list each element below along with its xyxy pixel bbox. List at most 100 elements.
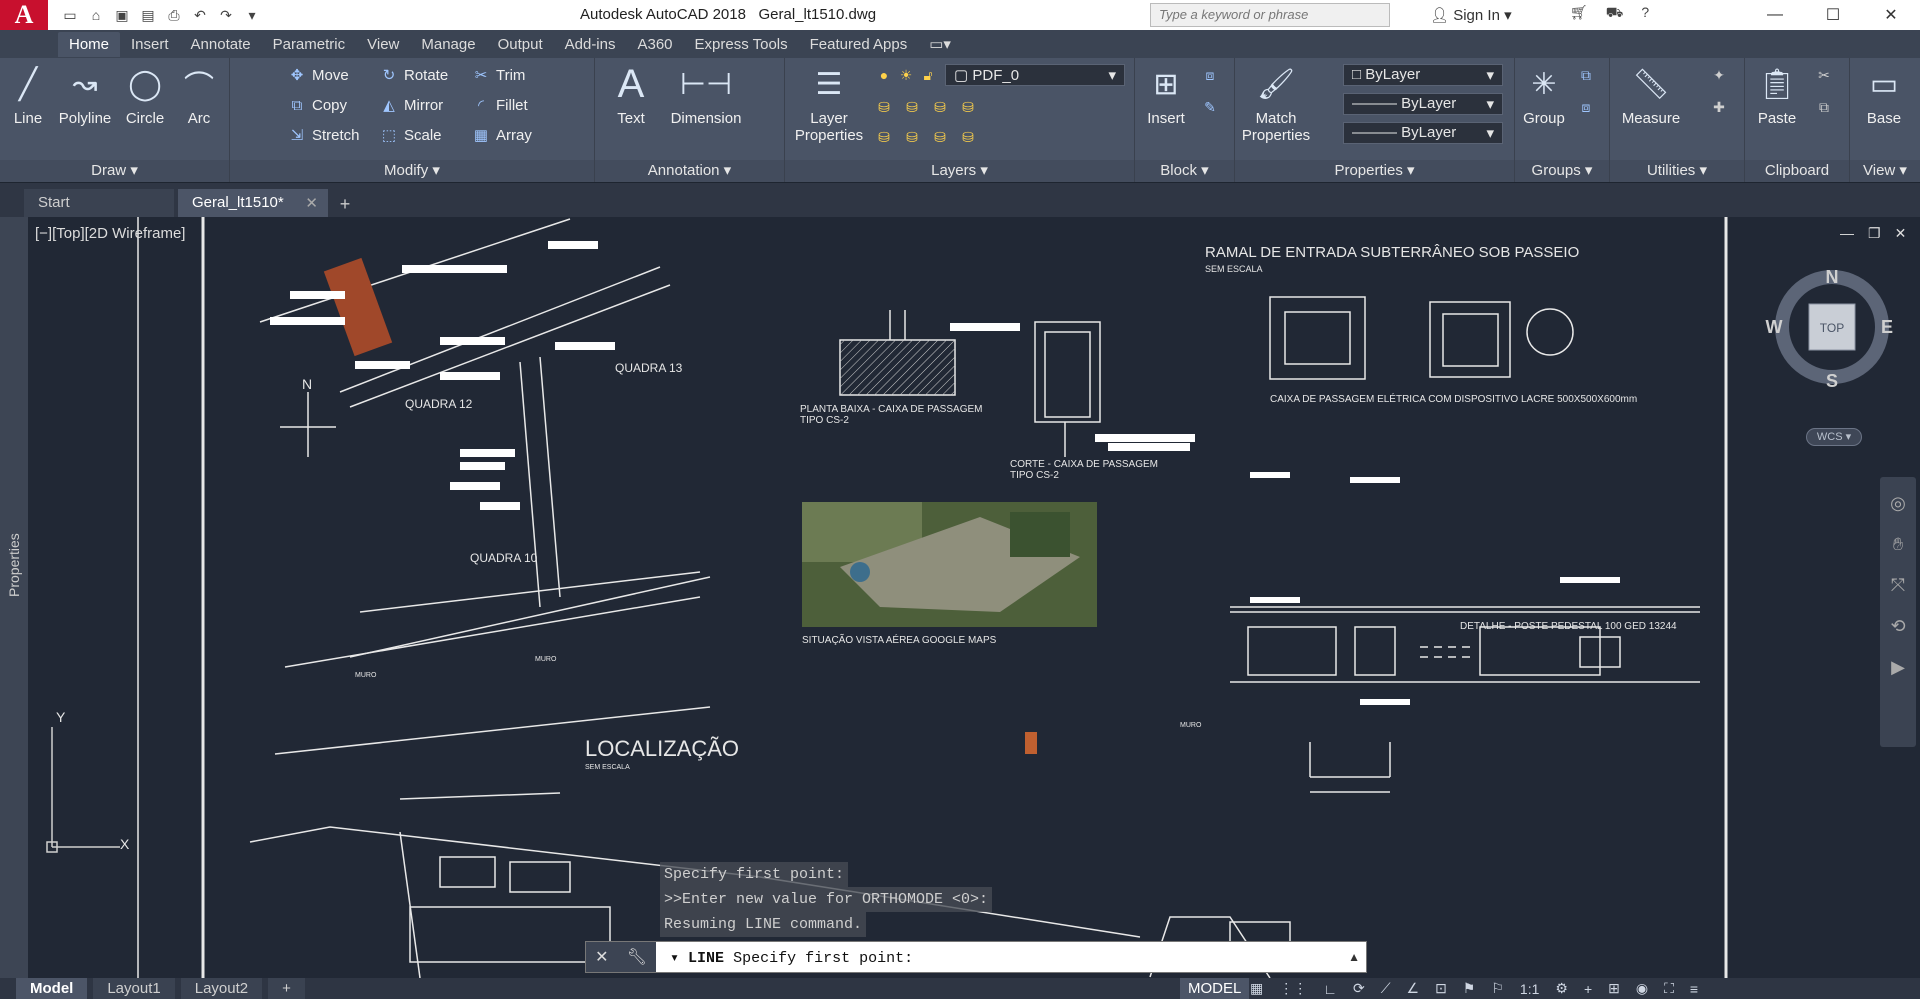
tab-home[interactable]: Home (58, 31, 121, 57)
compass-n[interactable]: N (1826, 267, 1839, 287)
model-space-button[interactable]: MODEL (1180, 978, 1250, 999)
tab-layout2[interactable]: Layout2 (180, 978, 263, 999)
close-command-icon[interactable]: ✕ (595, 947, 608, 967)
tab-insert[interactable]: Insert (120, 32, 180, 57)
layers-panel-title[interactable]: Layers ▾ (785, 160, 1134, 182)
arc-button[interactable]: ⌒ Arc (176, 62, 222, 127)
tab-annotate[interactable]: Annotate (180, 32, 262, 57)
tab-model[interactable]: Model (16, 978, 88, 999)
mirror-button[interactable]: ◭ Mirror (380, 96, 443, 115)
groups-panel-title[interactable]: Groups ▾ (1515, 160, 1609, 182)
viewport-controls-label[interactable]: [−][Top][2D Wireframe] (35, 225, 185, 242)
id-point-icon[interactable]: ✦ (1710, 66, 1728, 84)
scale-button[interactable]: ⬚ Scale (380, 126, 442, 145)
base-button[interactable]: ▭ Base (1856, 62, 1912, 128)
save-as-icon[interactable]: ▤ (138, 6, 158, 24)
layer-dropdown[interactable]: ▢ PDF_0 ▾ (945, 64, 1125, 86)
properties-panel-title[interactable]: Properties ▾ (1235, 160, 1514, 182)
layer-properties-button[interactable]: ☰ Layer Properties (791, 62, 867, 145)
linetype-dropdown[interactable]: ——— ByLayer ▾ (1343, 93, 1503, 115)
help-icon[interactable]: ? (1641, 4, 1649, 23)
trim-button[interactable]: ✂ Trim (472, 66, 526, 85)
qat-customize-icon[interactable]: ▾ (242, 6, 262, 24)
drawing-canvas[interactable]: LOCALIZAÇÃO SEM ESCALA QUADRA 12 QUADRA … (0, 217, 1920, 978)
cut-icon[interactable]: ✂ (1815, 66, 1833, 84)
layer-tool-2-icon[interactable]: ⛁ (903, 98, 921, 116)
insert-button[interactable]: ⊞ Insert (1141, 62, 1191, 128)
color-dropdown[interactable]: □ ByLayer ▾ (1343, 64, 1503, 86)
workspace-gear-icon[interactable]: ⚙ (1555, 980, 1568, 997)
layer-tool-1-icon[interactable]: ⛁ (875, 98, 893, 116)
redo-icon[interactable]: ↷ (216, 6, 236, 24)
move-button[interactable]: ✥ Move (288, 66, 349, 85)
tab-output[interactable]: Output (487, 32, 554, 57)
layer-on-icon[interactable]: ● (875, 66, 893, 84)
tab-featured-apps[interactable]: Featured Apps (799, 32, 919, 57)
add-layout-icon[interactable]: + (268, 978, 305, 999)
maximize-icon[interactable]: ☐ (1804, 0, 1862, 30)
lineweight-dropdown[interactable]: ——— ByLayer ▾ (1343, 122, 1503, 144)
isodraft-icon[interactable]: ⟋ (1381, 980, 1391, 997)
rotate-button[interactable]: ↻ Rotate (380, 66, 449, 85)
draw-panel-title[interactable]: Draw ▾ (0, 160, 229, 182)
paste-button[interactable]: 📋︎ Paste (1749, 62, 1805, 128)
layer-tool-3-icon[interactable]: ⛁ (931, 98, 949, 116)
edit-block-icon[interactable]: ✎ (1201, 98, 1219, 116)
ortho-icon[interactable]: ∟ (1323, 981, 1337, 997)
orbit-icon[interactable]: ⟲ (1880, 616, 1916, 637)
command-expand-icon[interactable]: ▲ (1348, 950, 1360, 964)
view-panel-title[interactable]: View ▾ (1850, 160, 1920, 182)
tab-a360[interactable]: A360 (626, 32, 683, 57)
close-icon[interactable]: ✕ (1862, 0, 1920, 30)
viewport-minimize-icon[interactable]: — (1840, 225, 1854, 242)
new-icon[interactable]: ▭ (60, 6, 80, 24)
compass-e[interactable]: E (1881, 317, 1893, 337)
auto-scale-icon[interactable]: ⚐ (1491, 980, 1504, 997)
command-line[interactable]: ✕ 🔧︎ ▾ LINE Specify first point: ▲ (585, 941, 1367, 973)
plus-icon[interactable]: + (1584, 981, 1592, 997)
fillet-button[interactable]: ◜ Fillet (472, 96, 528, 115)
clean-screen-icon[interactable]: ⛶ (1664, 980, 1674, 997)
layer-tool-7-icon[interactable]: ⛁ (931, 128, 949, 146)
annotation-scale[interactable]: 1:1 (1520, 981, 1539, 997)
layer-tool-4-icon[interactable]: ⛁ (959, 98, 977, 116)
tab-view[interactable]: View (356, 32, 410, 57)
plot-icon[interactable]: ⎙ (164, 6, 184, 24)
line-button[interactable]: ╱ Line (6, 62, 50, 128)
layer-freeze-icon[interactable]: ☀ (897, 66, 915, 84)
polar-icon[interactable]: ⟳ (1353, 980, 1365, 997)
tab-manage[interactable]: Manage (410, 32, 486, 57)
layer-tool-5-icon[interactable]: ⛁ (875, 128, 893, 146)
save-icon[interactable]: ▣ (112, 6, 132, 24)
ribbon-minimize-icon[interactable]: ▭▾ (918, 31, 962, 57)
viewport-restore-icon[interactable]: ❐ (1868, 225, 1881, 242)
text-button[interactable]: A Text (609, 62, 653, 128)
showmotion-icon[interactable]: ▶ (1880, 657, 1916, 678)
steering-wheel-icon[interactable]: ◎ (1880, 493, 1916, 514)
hardware-acceleration-icon[interactable]: ◉ (1636, 980, 1648, 997)
ungroup-icon[interactable]: ⧉ (1577, 66, 1595, 84)
sign-in-button[interactable]: 👤︎ Sign In ▾ (1430, 6, 1512, 24)
tab-parametric[interactable]: Parametric (262, 32, 357, 57)
group-button[interactable]: ✳ Group (1519, 62, 1569, 128)
new-tab-icon[interactable]: + (332, 191, 358, 217)
viewcube[interactable]: TOP N S E W (1762, 267, 1897, 402)
block-panel-title[interactable]: Block ▾ (1135, 160, 1234, 182)
match-properties-button[interactable]: 🖌︎ Match Properties (1239, 62, 1313, 145)
utilities-panel-title[interactable]: Utilities ▾ (1610, 160, 1744, 182)
copy-button[interactable]: ⧉ Copy (288, 96, 347, 114)
annotation-visibility-icon[interactable]: ⚑ (1463, 980, 1476, 997)
tab-active-document[interactable]: Geral_lt1510* ✕ (178, 189, 328, 217)
customize-command-icon[interactable]: 🔧︎ (627, 947, 647, 967)
tab-start[interactable]: Start (24, 189, 174, 217)
group-edit-icon[interactable]: ⧈ (1577, 98, 1595, 116)
grid-icon[interactable]: ▦ (1250, 980, 1263, 997)
snap-icon[interactable]: ⋮⋮ (1279, 980, 1307, 997)
pan-icon[interactable]: ✋︎ (1880, 534, 1916, 555)
circle-button[interactable]: ◯ Circle (120, 62, 170, 128)
annotation-panel-title[interactable]: Annotation ▾ (595, 160, 784, 182)
open-icon[interactable]: ⌂ (86, 6, 106, 24)
tab-layout1[interactable]: Layout1 (93, 978, 175, 999)
polyline-button[interactable]: ↝ Polyline (52, 62, 118, 128)
modify-panel-title[interactable]: Modify ▾ (230, 160, 594, 182)
